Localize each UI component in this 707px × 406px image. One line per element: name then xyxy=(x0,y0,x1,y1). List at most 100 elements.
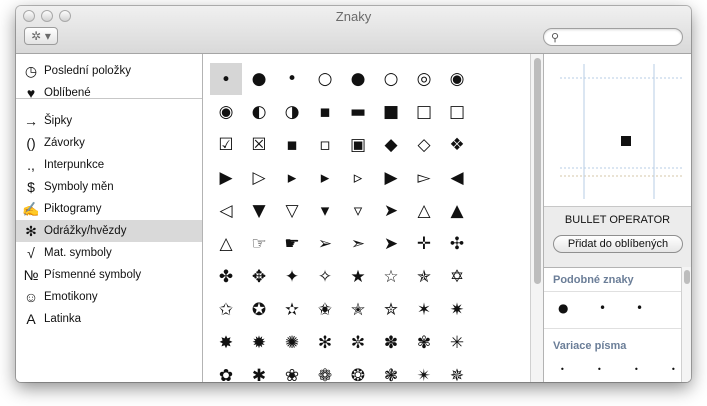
character-cell[interactable]: ✹ xyxy=(243,327,275,359)
character-cell[interactable]: ▲ xyxy=(441,195,473,227)
sidebar-item[interactable]: A Latinka xyxy=(16,308,202,330)
similar-char[interactable]: ● xyxy=(558,301,568,315)
character-cell[interactable]: ✾ xyxy=(408,327,440,359)
character-cell[interactable]: ➤ xyxy=(375,228,407,260)
character-cell[interactable]: △ xyxy=(408,195,440,227)
search-field[interactable]: ⚲ xyxy=(543,28,683,46)
sidebar-item[interactable]: √ Mat. symboly xyxy=(16,242,202,264)
character-cell[interactable]: ✤ xyxy=(210,261,242,293)
sidebar-item[interactable]: ., Interpunkce xyxy=(16,154,202,176)
character-cell[interactable]: ❃ xyxy=(375,360,407,382)
character-cell[interactable]: ◇ xyxy=(408,129,440,161)
character-cell[interactable]: ✦ xyxy=(276,261,308,293)
character-cell[interactable]: ✭ xyxy=(342,294,374,326)
variant-char[interactable]: • xyxy=(671,365,676,374)
sidebar-item[interactable]: ✍ Piktogramy xyxy=(16,198,202,220)
character-cell[interactable]: ➢ xyxy=(309,228,341,260)
character-cell[interactable]: ✱ xyxy=(243,360,275,382)
character-cell[interactable]: ◀ xyxy=(441,162,473,194)
character-cell[interactable]: ✽ xyxy=(375,327,407,359)
character-cell[interactable]: ✷ xyxy=(441,294,473,326)
character-cell[interactable]: ❂ xyxy=(342,360,374,382)
character-cell[interactable]: ◁ xyxy=(210,195,242,227)
character-cell[interactable]: ▸ xyxy=(309,162,341,194)
character-cell[interactable]: ▽ xyxy=(276,195,308,227)
sidebar-item[interactable]: ◷ Poslední položky xyxy=(16,60,202,82)
add-to-favorites-button[interactable]: Přidat do oblíbených xyxy=(553,235,683,253)
character-cell[interactable]: ▶ xyxy=(210,162,242,194)
character-cell[interactable]: ✧ xyxy=(309,261,341,293)
character-cell[interactable]: ▬ xyxy=(342,96,374,128)
character-cell[interactable]: ▫ xyxy=(309,129,341,161)
character-cell[interactable]: ☑ xyxy=(210,129,242,161)
character-cell[interactable]: ✛ xyxy=(408,228,440,260)
character-cell[interactable]: ▼ xyxy=(243,195,275,227)
character-cell[interactable]: ▷ xyxy=(243,162,275,194)
character-cell[interactable]: ✯ xyxy=(408,261,440,293)
character-cell[interactable]: ◎ xyxy=(408,63,440,95)
sidebar-item[interactable]: № Písmenné symboly xyxy=(16,264,202,286)
character-cell[interactable]: • xyxy=(276,63,308,95)
character-cell[interactable]: ✵ xyxy=(441,360,473,382)
character-cell[interactable]: ◑ xyxy=(276,96,308,128)
character-cell[interactable]: ✴ xyxy=(408,360,440,382)
character-cell[interactable]: ☒ xyxy=(243,129,275,161)
sidebar-item[interactable]: → Šipky xyxy=(16,110,202,132)
character-cell[interactable]: ❖ xyxy=(441,129,473,161)
sidebar-item[interactable]: () Závorky xyxy=(16,132,202,154)
character-cell[interactable]: ● xyxy=(342,63,374,95)
character-cell[interactable]: ✪ xyxy=(243,294,275,326)
character-cell[interactable]: ◉ xyxy=(210,96,242,128)
character-cell[interactable]: ● xyxy=(243,63,275,95)
character-cell[interactable]: ▸ xyxy=(276,162,308,194)
similar-char[interactable]: • xyxy=(636,301,643,315)
character-cell[interactable]: ✻ xyxy=(309,327,341,359)
character-cell[interactable]: △ xyxy=(210,228,242,260)
character-cell[interactable]: ∙ xyxy=(210,63,242,95)
related-scrollbar[interactable] xyxy=(681,267,691,382)
character-cell[interactable]: ▪ xyxy=(309,96,341,128)
character-cell[interactable]: ▣ xyxy=(342,129,374,161)
sidebar-item[interactable]: ☺ Emotikony xyxy=(16,286,202,308)
character-cell[interactable]: ▹ xyxy=(342,162,374,194)
character-cell[interactable]: ◆ xyxy=(375,129,407,161)
character-cell[interactable]: □ xyxy=(441,96,473,128)
character-cell[interactable]: ★ xyxy=(342,261,374,293)
character-cell[interactable]: ✫ xyxy=(276,294,308,326)
character-cell[interactable]: ✥ xyxy=(243,261,275,293)
sidebar-item[interactable]: ♥ Oblíbené xyxy=(16,82,202,104)
character-cell[interactable]: ▪ xyxy=(276,129,308,161)
character-cell[interactable]: ☞ xyxy=(243,228,275,260)
character-cell[interactable]: ▻ xyxy=(408,162,440,194)
character-cell[interactable]: ▾ xyxy=(309,195,341,227)
sidebar-item[interactable]: $ Symboly měn xyxy=(16,176,202,198)
character-cell[interactable]: ✶ xyxy=(408,294,440,326)
character-cell[interactable]: ➤ xyxy=(375,195,407,227)
character-cell[interactable]: ○ xyxy=(309,63,341,95)
character-cell[interactable]: ▿ xyxy=(342,195,374,227)
character-cell[interactable]: ■ xyxy=(375,96,407,128)
character-cell[interactable]: ◉ xyxy=(441,63,473,95)
character-cell[interactable]: ✬ xyxy=(309,294,341,326)
character-cell[interactable]: ◐ xyxy=(243,96,275,128)
similar-char[interactable]: • xyxy=(599,301,606,315)
character-cell[interactable]: ✣ xyxy=(441,228,473,260)
character-cell[interactable]: ❁ xyxy=(309,360,341,382)
action-menu-button[interactable]: ✲ ▾ xyxy=(24,27,58,45)
grid-scrollbar-thumb[interactable] xyxy=(534,58,541,284)
variant-char[interactable]: • xyxy=(560,365,565,374)
character-cell[interactable]: ➣ xyxy=(342,228,374,260)
character-cell[interactable]: ✡ xyxy=(441,261,473,293)
variant-char[interactable]: • xyxy=(634,365,639,374)
variant-char[interactable]: • xyxy=(597,365,602,374)
character-cell[interactable]: ✼ xyxy=(342,327,374,359)
grid-scrollbar[interactable] xyxy=(530,54,544,382)
character-cell[interactable]: ✺ xyxy=(276,327,308,359)
related-scrollbar-thumb[interactable] xyxy=(684,270,690,284)
character-cell[interactable]: ○ xyxy=(375,63,407,95)
character-cell[interactable]: □ xyxy=(408,96,440,128)
character-cell[interactable]: ☆ xyxy=(375,261,407,293)
character-cell[interactable]: ✳ xyxy=(441,327,473,359)
character-cell[interactable]: ✸ xyxy=(210,327,242,359)
character-cell[interactable]: ▶ xyxy=(375,162,407,194)
